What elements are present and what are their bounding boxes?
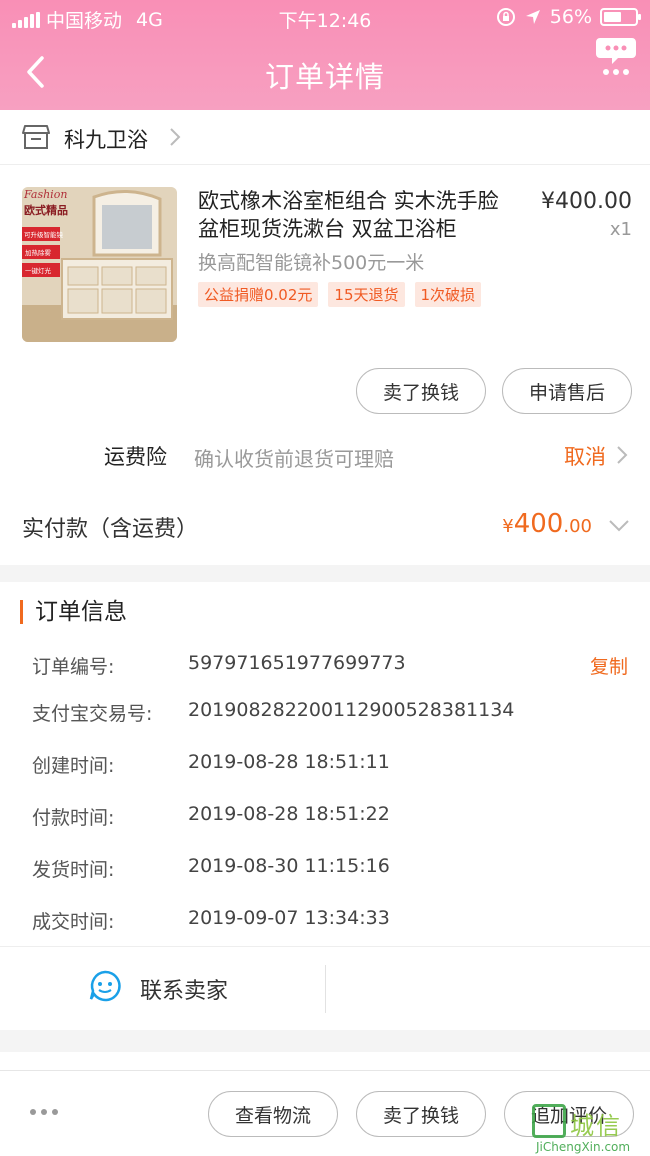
product-actions: 卖了换钱 申请售后 bbox=[356, 368, 632, 414]
watermark-url: JiChengXin.com bbox=[536, 1140, 631, 1154]
tag-return: 15天退货 bbox=[328, 282, 405, 307]
info-row-order-number: 订单编号: 597971651977699773 复制 bbox=[0, 652, 650, 682]
tag-charity: 公益捐赠0.02元 bbox=[198, 282, 319, 307]
thumb-line-3: 一键灯光 bbox=[25, 266, 52, 275]
service-tags: 公益捐赠0.02元 15天退货 1次破损 bbox=[198, 282, 482, 307]
tag-damage: 1次破损 bbox=[414, 282, 482, 307]
rotation-lock-icon bbox=[496, 8, 515, 26]
product-quantity: x1 bbox=[609, 219, 632, 240]
paid-amount-row[interactable]: 实付款（含运费） ¥400.00 bbox=[0, 495, 650, 555]
nav-bar: 订单详情 bbox=[0, 38, 650, 108]
amount-integer: 400 bbox=[513, 509, 564, 539]
shop-name[interactable]: 科九卫浴 bbox=[64, 124, 148, 154]
product-title[interactable]: 欧式橡木浴室柜组合 实木洗手脸盆柜现货洗漱台 双盆卫浴柜 bbox=[198, 187, 508, 243]
amount-decimal: .00 bbox=[563, 516, 592, 537]
info-value: 2019-08-30 11:15:16 bbox=[188, 855, 390, 877]
product-thumbnail[interactable]: Fashion 欧式精品 可升级智能镜 加热除雾 一键灯光 bbox=[22, 187, 177, 342]
contact-seller-label: 联系卖家 bbox=[140, 979, 229, 1004]
chevron-down-icon[interactable] bbox=[608, 519, 630, 533]
product-spec: 换高配智能镜补500元一米 bbox=[198, 252, 425, 274]
info-key: 订单编号: bbox=[32, 656, 115, 678]
battery-icon bbox=[600, 8, 641, 26]
watermark-logo bbox=[532, 1104, 566, 1138]
after-sale-button[interactable]: 申请售后 bbox=[502, 368, 632, 414]
info-row-shipped: 发货时间: 2019-08-30 11:15:16 bbox=[0, 855, 650, 885]
watermark-text: 城信 bbox=[570, 1112, 622, 1140]
copy-button[interactable]: 复制 bbox=[590, 652, 628, 679]
insurance-desc: 确认收货前退货可理赔 bbox=[194, 447, 394, 471]
info-row-created: 创建时间: 2019-08-28 18:51:11 bbox=[0, 751, 650, 781]
info-value: 2019-09-07 13:34:33 bbox=[188, 907, 390, 929]
battery-percent: 56% bbox=[549, 6, 592, 28]
info-value: 2019082822001129005283811​34 bbox=[188, 699, 515, 721]
product-card: Fashion 欧式精品 可升级智能镜 加热除雾 一键灯光 欧式橡木浴室柜组合 … bbox=[0, 165, 650, 565]
contact-seller-button[interactable]: 联系卖家 bbox=[0, 946, 650, 1030]
info-value: 2019-08-28 18:51:22 bbox=[188, 803, 390, 825]
product-price: ¥400.00 bbox=[541, 189, 632, 214]
shop-icon bbox=[22, 125, 50, 149]
location-arrow-icon bbox=[525, 10, 540, 24]
status-bar: 中国移动 4G 下午12:46 56% bbox=[0, 0, 650, 36]
thumb-heading: 欧式精品 bbox=[24, 203, 68, 217]
info-row-alipay-number: 支付宝交易号: 2019082822001129005283811​34 bbox=[0, 699, 650, 729]
chat-bubble-icon bbox=[89, 970, 121, 1002]
view-logistics-button[interactable]: 查看物流 bbox=[208, 1091, 338, 1137]
thumb-brand: Fashion bbox=[23, 188, 67, 201]
info-key: 发货时间: bbox=[32, 859, 115, 881]
paid-amount: ¥400.00 bbox=[502, 509, 592, 539]
divider bbox=[325, 965, 326, 1013]
info-key: 创建时间: bbox=[32, 755, 115, 777]
paid-label: 实付款（含运费） bbox=[22, 517, 199, 542]
currency-symbol: ¥ bbox=[502, 516, 514, 537]
insurance-cancel-link[interactable]: 取消 bbox=[564, 441, 606, 471]
thumb-line-1: 可升级智能镜 bbox=[24, 230, 64, 239]
info-row-completed: 成交时间: 2019-09-07 13:34:33 bbox=[0, 907, 650, 937]
insurance-label: 运费险 bbox=[104, 445, 167, 469]
info-row-paid: 付款时间: 2019-08-28 18:51:22 bbox=[0, 803, 650, 833]
blank-section bbox=[0, 1052, 650, 1070]
page-title: 订单详情 bbox=[264, 60, 385, 94]
info-key: 成交时间: bbox=[32, 911, 115, 933]
product-image: Fashion 欧式精品 可升级智能镜 加热除雾 一键灯光 bbox=[22, 187, 177, 342]
sell-for-cash-button[interactable]: 卖了换钱 bbox=[356, 1091, 486, 1137]
info-value: 2019-08-28 18:51:11 bbox=[188, 751, 390, 773]
sell-for-cash-button[interactable]: 卖了换钱 bbox=[356, 368, 486, 414]
order-info-card: 订单信息 订单编号: 597971651977699773 复制 支付宝交易号:… bbox=[0, 582, 650, 1030]
header: 中国移动 4G 下午12:46 56% 订单详情 bbox=[0, 0, 650, 110]
shop-row[interactable]: 科九卫浴 bbox=[0, 110, 650, 165]
info-key: 支付宝交易号: bbox=[32, 703, 153, 725]
chevron-right-icon bbox=[617, 446, 628, 464]
section-title: 订单信息 bbox=[20, 600, 127, 624]
more-options-icon[interactable] bbox=[30, 1109, 58, 1115]
site-watermark: 城信 JiChengXin.com bbox=[528, 1100, 650, 1156]
thumb-line-2: 加热除雾 bbox=[25, 248, 52, 257]
chevron-right-icon bbox=[170, 128, 181, 146]
shipping-insurance-row[interactable]: 运费险 确认收货前退货可理赔 取消 bbox=[0, 435, 650, 475]
info-key: 付款时间: bbox=[32, 807, 115, 829]
more-chat-icon[interactable] bbox=[594, 34, 638, 78]
info-value: 597971651977699773 bbox=[188, 652, 406, 674]
